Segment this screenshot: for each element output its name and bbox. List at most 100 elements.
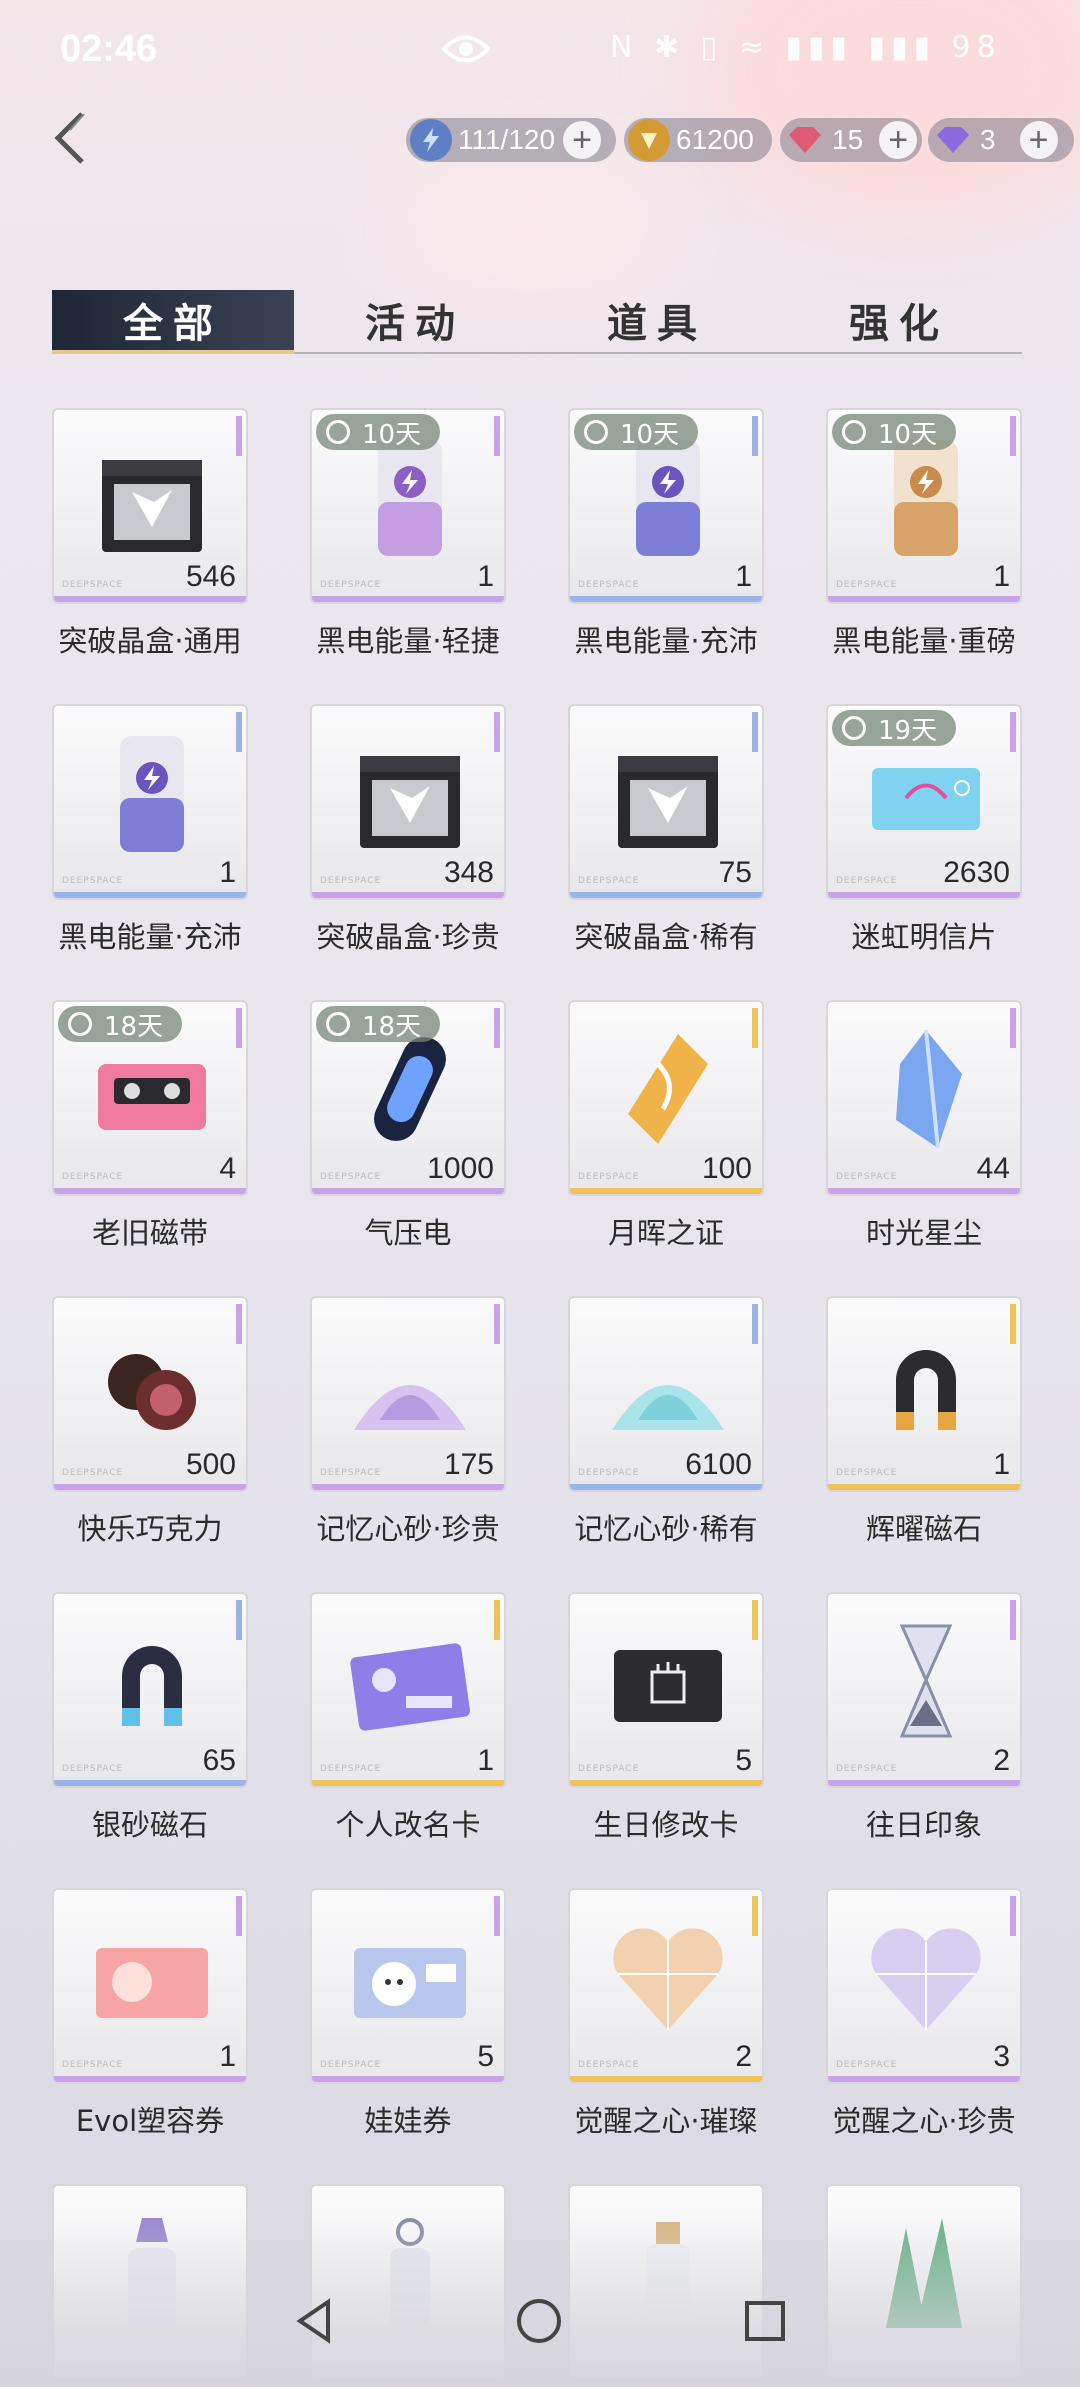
rarity-bar <box>828 892 1020 898</box>
rarity-tag <box>236 1008 242 1048</box>
birthday-card-icon <box>614 1650 722 1722</box>
item-name: 辉曜磁石 <box>865 1512 982 1546</box>
item-name: 月晖之证 <box>607 1216 724 1250</box>
item-name: Evol塑容券 <box>75 2104 225 2138</box>
chocolate-icon <box>108 1354 196 1430</box>
evol-ticket-icon <box>96 1948 208 2018</box>
inventory-item[interactable]: DEEPSPACE 5 <box>568 1592 764 1788</box>
item-quantity: 1 <box>735 560 752 593</box>
gold-coin-icon <box>628 119 670 161</box>
recents-nav-icon[interactable] <box>740 2296 790 2346</box>
watermark-text: DEEPSPACE <box>578 2060 640 2070</box>
item-name: 个人改名卡 <box>335 1808 481 1842</box>
expiry-timer-text: 10天 <box>362 419 422 450</box>
heart-purple-icon <box>871 1928 981 2030</box>
item-name: 时光星尘 <box>865 1216 982 1250</box>
add-red-gem-button[interactable]: + <box>879 121 918 159</box>
watermark-text: DEEPSPACE <box>62 2060 124 2070</box>
rarity-tag <box>1010 712 1016 752</box>
item-name: 快乐巧克力 <box>77 1512 223 1546</box>
blue-crystal-icon <box>896 1029 962 1149</box>
stamina-value: 111/120 <box>458 124 556 155</box>
rarity-tag <box>752 1304 758 1344</box>
item-quantity: 5 <box>735 1744 752 1777</box>
inventory-item[interactable]: DEEPSPACE 1 <box>310 1592 506 1788</box>
inventory-item[interactable]: DEEPSPACE 1 <box>52 1888 248 2084</box>
inventory-item[interactable]: DEEPSPACE 4 18天 <box>52 1000 248 1196</box>
rarity-bar <box>54 1484 246 1490</box>
red-gem-value: 15 <box>832 124 864 155</box>
item-quantity: 1000 <box>427 1152 494 1185</box>
back-icon[interactable] <box>50 108 90 168</box>
item-name: 气压电 <box>364 1216 452 1250</box>
clock-icon <box>842 716 866 740</box>
inventory-item[interactable]: DEEPSPACE 5 <box>310 1888 506 2084</box>
expiry-timer-text: 10天 <box>878 419 938 450</box>
watermark-text: DEEPSPACE <box>62 1172 124 1182</box>
red-gem-icon <box>784 119 826 161</box>
tab-all[interactable]: 全部 <box>52 290 294 350</box>
item-name: 银砂磁石 <box>91 1808 208 1842</box>
rarity-bar <box>54 2076 246 2082</box>
inventory-item[interactable]: DEEPSPACE 348 <box>310 704 506 900</box>
watermark-text: DEEPSPACE <box>578 1764 640 1774</box>
item-quantity: 2630 <box>943 856 1010 889</box>
item-name: 黑电能量·充沛 <box>58 920 242 954</box>
expiry-timer: 18天 <box>58 1006 182 1042</box>
clock-icon <box>842 420 866 444</box>
item-quantity: 1 <box>993 560 1010 593</box>
item-name: 迷虹明信片 <box>851 920 997 954</box>
magnet-blue-icon <box>122 1646 182 1726</box>
inventory-item[interactable]: DEEPSPACE 500 <box>52 1296 248 1492</box>
inventory-item[interactable]: DEEPSPACE 1 10天 <box>826 408 1022 604</box>
inventory-item[interactable]: DEEPSPACE 1000 18天 <box>310 1000 506 1196</box>
item-quantity: 1 <box>477 560 494 593</box>
tab-enhance[interactable]: 强化 <box>778 290 1020 350</box>
item-name: 记忆心砂·稀有 <box>574 1512 758 1546</box>
rarity-tag <box>1010 1304 1016 1344</box>
inventory-item[interactable]: DEEPSPACE 2630 19天 <box>826 704 1022 900</box>
inventory-item[interactable]: DEEPSPACE 65 <box>52 1592 248 1788</box>
back-nav-icon[interactable] <box>290 2296 340 2346</box>
item-name: 娃娃券 <box>364 2104 452 2138</box>
card-blue-icon <box>872 768 980 830</box>
can-blue-icon <box>120 736 184 852</box>
rarity-tag <box>236 1304 242 1344</box>
watermark-text: DEEPSPACE <box>62 580 124 590</box>
watermark-text: DEEPSPACE <box>578 580 640 590</box>
stamina-counter: 111/120 + <box>406 118 616 162</box>
magnet-gold-icon <box>896 1350 956 1430</box>
inventory-item[interactable]: DEEPSPACE 44 <box>826 1000 1022 1196</box>
inventory-item[interactable]: DEEPSPACE 1 10天 <box>310 408 506 604</box>
rarity-bar <box>828 1484 1020 1490</box>
inventory-item[interactable]: DEEPSPACE 1 <box>52 704 248 900</box>
doll-ticket-icon <box>354 1948 466 2018</box>
item-quantity: 5 <box>477 2040 494 2073</box>
item-quantity: 2 <box>735 2040 752 2073</box>
inventory-item[interactable]: DEEPSPACE 1 10天 <box>568 408 764 604</box>
inventory-item[interactable]: DEEPSPACE 546 <box>52 408 248 604</box>
inventory-item[interactable]: DEEPSPACE 2 <box>568 1888 764 2084</box>
inventory-item[interactable]: DEEPSPACE 100 <box>568 1000 764 1196</box>
inventory-item[interactable]: DEEPSPACE 1 <box>826 1296 1022 1492</box>
rarity-bar <box>828 1780 1020 1786</box>
item-quantity: 1 <box>219 2040 236 2073</box>
watermark-text: DEEPSPACE <box>836 876 898 886</box>
item-quantity: 4 <box>219 1152 236 1185</box>
tab-items[interactable]: 道具 <box>536 290 778 350</box>
rarity-bar <box>828 596 1020 602</box>
tab-events[interactable]: 活动 <box>294 290 536 350</box>
inventory-item[interactable]: DEEPSPACE 6100 <box>568 1296 764 1492</box>
watermark-text: DEEPSPACE <box>578 1468 640 1478</box>
inventory-item[interactable]: DEEPSPACE 3 <box>826 1888 1022 2084</box>
red-gem-counter: 15 + <box>780 118 922 162</box>
inventory-item[interactable]: DEEPSPACE 75 <box>568 704 764 900</box>
inventory-item[interactable]: DEEPSPACE 2 <box>826 1592 1022 1788</box>
add-stamina-button[interactable]: + <box>563 121 602 159</box>
item-name: 黑电能量·充沛 <box>574 624 758 658</box>
inventory-item[interactable]: DEEPSPACE 175 <box>310 1296 506 1492</box>
home-nav-icon[interactable] <box>514 2296 564 2346</box>
add-purple-gem-button[interactable]: + <box>1019 121 1058 159</box>
rarity-tag <box>494 1600 500 1640</box>
item-name: 突破晶盒·珍贵 <box>316 920 500 954</box>
